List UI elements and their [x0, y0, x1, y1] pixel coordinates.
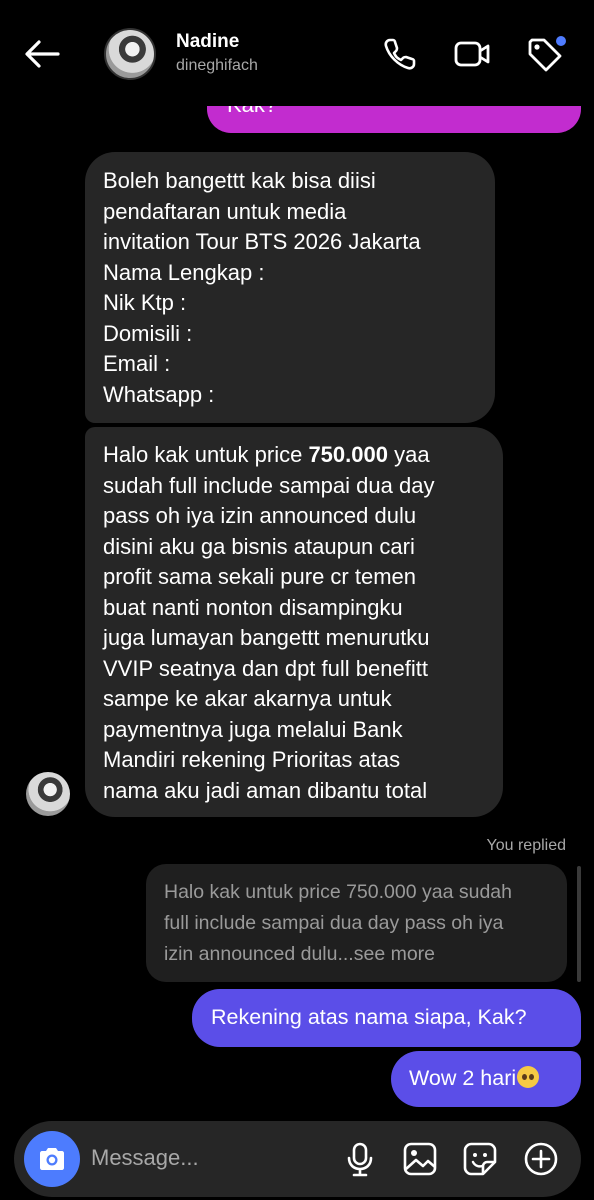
message-input[interactable]: Message...	[91, 1145, 199, 1171]
message-composer: Message...	[14, 1121, 581, 1197]
microphone-icon[interactable]	[340, 1139, 380, 1179]
incoming-message[interactable]: Halo kak untuk price 750.000 yaa sudah f…	[85, 427, 503, 817]
contact-username[interactable]: dineghifach	[176, 57, 258, 75]
back-arrow-icon[interactable]	[22, 34, 62, 74]
quoted-message[interactable]: Halo kak untuk price 750.000 yaa sudah f…	[146, 864, 567, 982]
message-text: Wow 2 hari	[409, 1066, 517, 1090]
chat-header: Nadine dineghifach	[0, 0, 594, 106]
incoming-message[interactable]: Boleh bangettt kak bisa diisi pendaftara…	[85, 152, 495, 423]
contact-avatar[interactable]	[104, 28, 156, 80]
outgoing-message[interactable]: Rekening atas nama siapa, Kak?	[192, 989, 581, 1047]
video-call-icon[interactable]	[452, 34, 492, 74]
camera-icon	[40, 1148, 64, 1170]
camera-button[interactable]	[24, 1131, 80, 1187]
sender-avatar[interactable]	[26, 772, 70, 816]
message-text: yaa sudah full include sampai dua day pa…	[103, 442, 435, 803]
reply-label: You replied	[486, 837, 566, 854]
contact-name[interactable]: Nadine	[176, 31, 239, 53]
outgoing-message[interactable]: Wow 2 hari	[391, 1051, 581, 1107]
plus-icon[interactable]	[521, 1139, 561, 1179]
message-text: Halo kak untuk price	[103, 442, 309, 467]
sticker-icon[interactable]	[460, 1139, 500, 1179]
price-text: 750.000	[308, 442, 388, 467]
pleading-face-emoji	[517, 1066, 540, 1088]
phone-icon[interactable]	[380, 34, 420, 74]
notification-dot	[556, 36, 566, 46]
reply-indicator-bar	[577, 866, 581, 982]
gallery-icon[interactable]	[400, 1139, 440, 1179]
